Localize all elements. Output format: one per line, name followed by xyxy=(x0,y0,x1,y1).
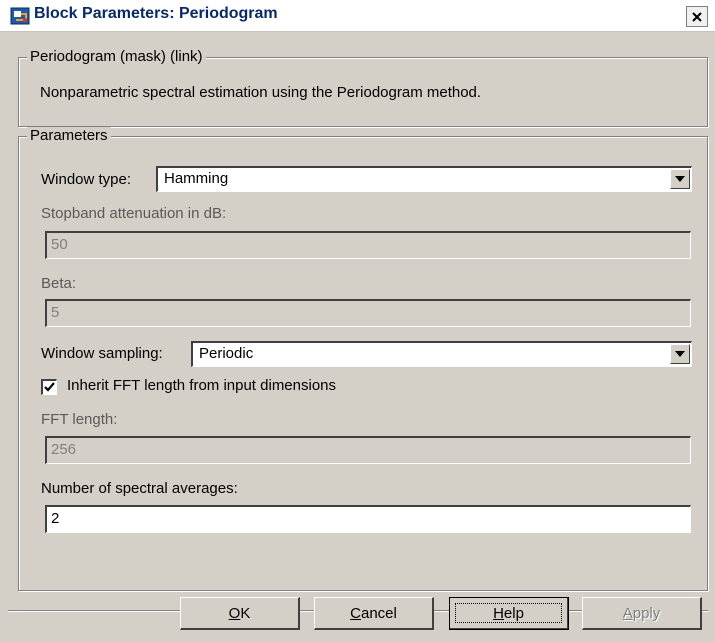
parameters-group-title: Parameters xyxy=(27,127,111,144)
checkmark-icon xyxy=(44,382,55,392)
window-sampling-label: Window sampling: xyxy=(41,345,163,362)
close-icon xyxy=(692,11,702,22)
ok-button-label: OK xyxy=(228,604,251,622)
chevron-down-icon xyxy=(675,176,685,182)
window-type-value: Hamming xyxy=(164,170,229,187)
help-button[interactable]: Help xyxy=(449,597,569,630)
stopband-label: Stopband attenuation in dB: xyxy=(41,205,227,222)
focus-rect xyxy=(455,603,562,623)
dialog-body: Periodogram (mask) (link) Nonparametric … xyxy=(0,32,715,642)
inherit-fft-checkbox[interactable] xyxy=(41,379,57,395)
beta-label: Beta: xyxy=(41,275,77,292)
spectral-averages-field[interactable]: 2 xyxy=(45,505,691,533)
window-title: Block Parameters: Periodogram xyxy=(34,5,278,22)
description-text: Nonparametric spectral estimation using … xyxy=(40,84,482,101)
parameters-group: Parameters Window type: Hamming Stopband… xyxy=(18,127,708,591)
close-button[interactable] xyxy=(686,6,708,27)
spectral-averages-label: Number of spectral averages: xyxy=(41,480,238,497)
window-type-select[interactable]: Hamming xyxy=(156,166,692,192)
description-group: Periodogram (mask) (link) Nonparametric … xyxy=(18,48,708,127)
inherit-fft-label[interactable]: Inherit FFT length from input dimensions xyxy=(67,377,336,394)
chevron-down-icon xyxy=(675,351,685,357)
window-type-dropdown-button[interactable] xyxy=(670,169,690,189)
ok-button[interactable]: OK xyxy=(180,597,300,630)
window-type-label: Window type: xyxy=(41,171,132,188)
fft-length-label: FFT length: xyxy=(41,411,118,428)
window-sampling-select[interactable]: Periodic xyxy=(191,341,692,367)
apply-button-label: Apply xyxy=(622,604,661,622)
title-bar: Block Parameters: Periodogram xyxy=(0,0,715,32)
cancel-button-label: Cancel xyxy=(350,604,397,622)
cancel-button[interactable]: Cancel xyxy=(314,597,434,630)
simulink-block-icon xyxy=(10,7,30,25)
fft-length-field: 256 xyxy=(45,436,691,464)
description-group-title: Periodogram (mask) (link) xyxy=(27,48,206,65)
stopband-field: 50 xyxy=(45,231,691,259)
window-sampling-value: Periodic xyxy=(199,345,254,362)
apply-button: Apply xyxy=(582,597,702,630)
beta-field: 5 xyxy=(45,299,691,327)
window-sampling-dropdown-button[interactable] xyxy=(670,344,690,364)
